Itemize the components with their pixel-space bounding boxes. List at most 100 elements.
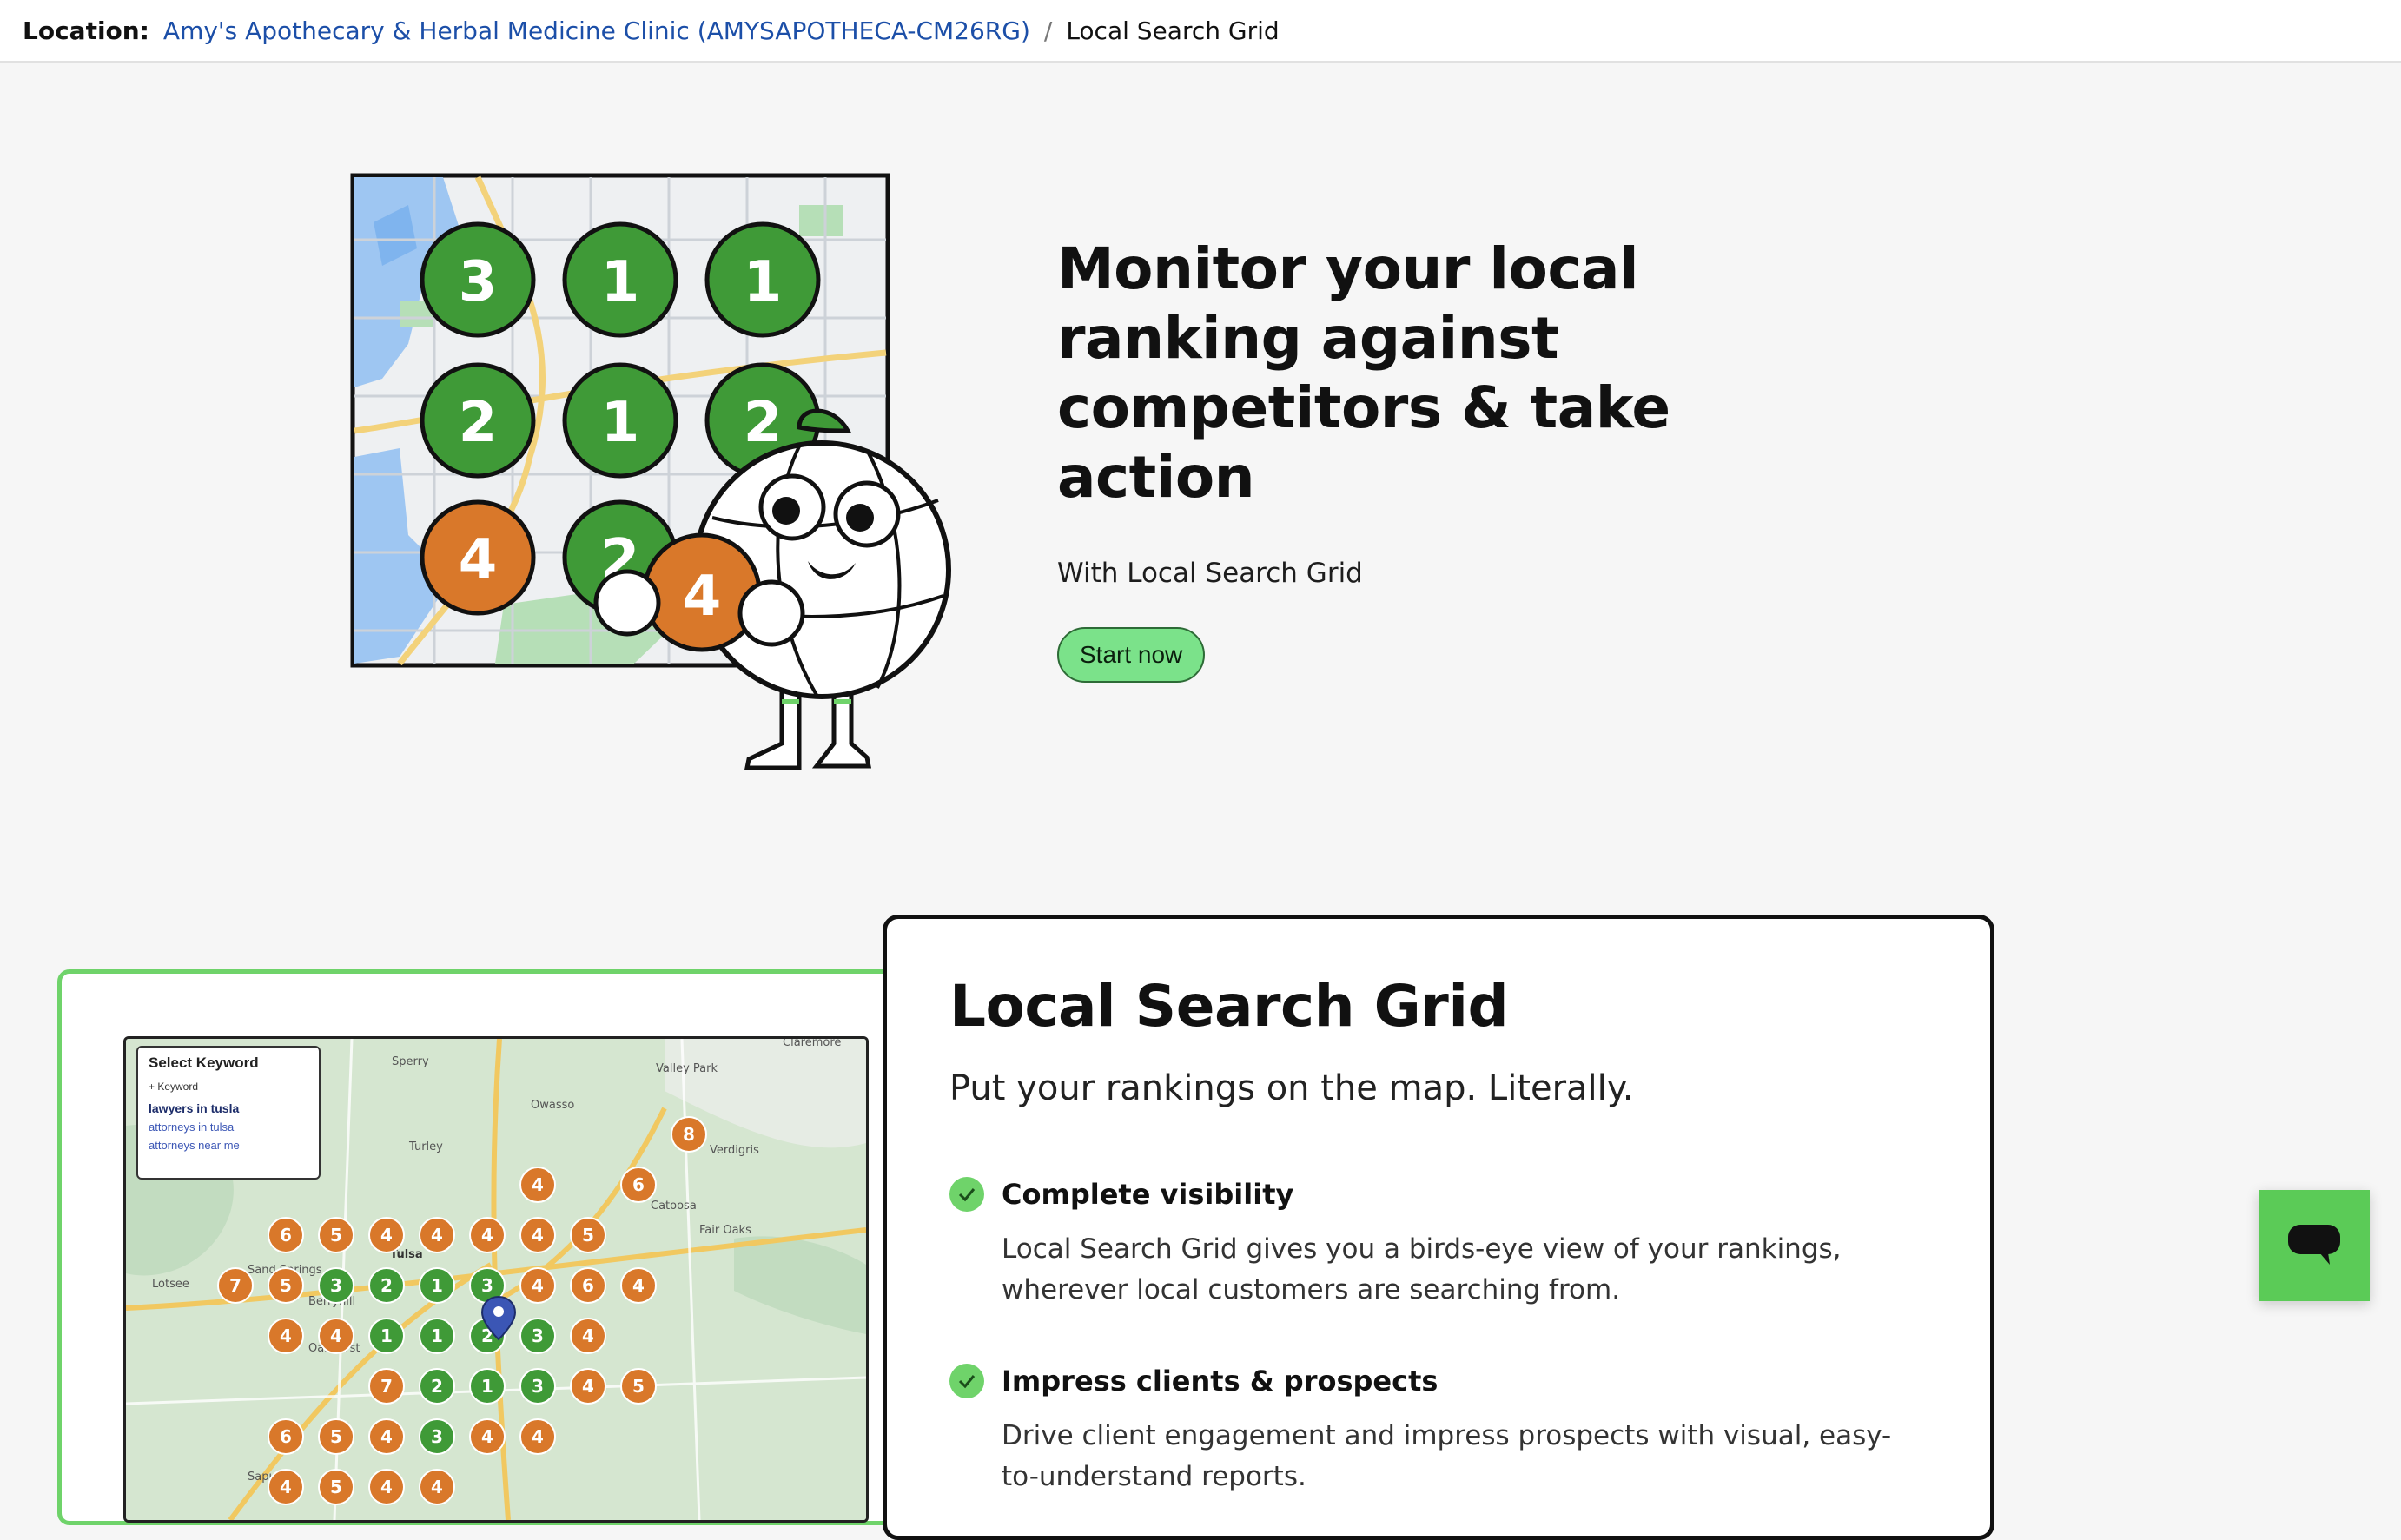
rank-value: 3 [481, 1275, 493, 1296]
rank-value: 7 [380, 1376, 393, 1397]
rank-marker: 4 [519, 1217, 556, 1253]
rank-value: 4 [532, 1275, 544, 1296]
svg-text:Owasso: Owasso [531, 1099, 574, 1112]
svg-text:3: 3 [459, 250, 498, 314]
hero-text: Monitor your local ranking against compe… [1057, 235, 1717, 683]
rank-marker: 3 [419, 1418, 455, 1455]
rank-marker: 4 [318, 1318, 354, 1354]
rank-value: 1 [380, 1325, 393, 1346]
svg-text:4: 4 [459, 528, 498, 592]
add-keyword-button[interactable]: + Keyword [149, 1081, 308, 1093]
svg-text:Valley Park: Valley Park [656, 1062, 718, 1075]
rank-value: 8 [683, 1124, 695, 1145]
rank-value: 4 [481, 1426, 493, 1447]
rank-marker: 3 [318, 1267, 354, 1304]
rank-value: 4 [380, 1477, 393, 1497]
rank-marker: 3 [519, 1318, 556, 1354]
rank-value: 5 [330, 1477, 342, 1497]
svg-text:Fair Oaks: Fair Oaks [699, 1224, 751, 1237]
rank-marker: 1 [419, 1318, 455, 1354]
rank-marker: 4 [570, 1368, 606, 1405]
svg-text:1: 1 [601, 250, 640, 314]
rank-marker: 4 [519, 1267, 556, 1304]
breadcrumb-bar: Location: Amy's Apothecary & Herbal Medi… [0, 0, 2401, 63]
rank-value: 3 [330, 1275, 342, 1296]
rank-value: 2 [431, 1376, 443, 1397]
grid-rank-marker: 3 [420, 221, 536, 338]
grid-rank-marker: 4 [420, 499, 536, 616]
rank-value: 6 [582, 1275, 594, 1296]
rank-value: 3 [532, 1376, 544, 1397]
rank-marker: 4 [419, 1217, 455, 1253]
rank-marker: 7 [217, 1267, 254, 1304]
rank-value: 4 [582, 1325, 594, 1346]
rank-marker: 4 [519, 1167, 556, 1203]
rank-marker: 8 [671, 1116, 707, 1153]
check-circle-icon [949, 1364, 984, 1398]
rank-marker: 4 [620, 1267, 657, 1304]
rank-value: 4 [380, 1426, 393, 1447]
map-grid-illustration: 3 1 1 2 1 2 4 2 4 [350, 173, 951, 770]
rank-marker: 5 [318, 1217, 354, 1253]
chat-widget-button[interactable] [2259, 1190, 2370, 1301]
rank-value: 5 [632, 1376, 645, 1397]
rank-value: 1 [481, 1376, 493, 1397]
svg-text:Sperry: Sperry [392, 1055, 429, 1068]
rank-value: 4 [582, 1376, 594, 1397]
rank-marker: 5 [570, 1217, 606, 1253]
rank-value: 4 [431, 1477, 443, 1497]
svg-text:Turley: Turley [408, 1140, 443, 1153]
feature-title: Impress clients & prospects [1002, 1365, 1439, 1398]
svg-text:Lotsee: Lotsee [152, 1278, 189, 1291]
rank-marker: 4 [469, 1418, 506, 1455]
hero-title: Monitor your local ranking against compe… [1057, 235, 1670, 511]
grid-rank-marker: 1 [562, 221, 678, 338]
rank-value: 4 [380, 1225, 393, 1246]
breadcrumb-separator: / [1043, 16, 1053, 45]
rank-value: 1 [431, 1275, 443, 1296]
rank-marker: 6 [268, 1217, 304, 1253]
rank-marker: 2 [368, 1267, 405, 1304]
rank-value: 4 [330, 1325, 342, 1346]
start-now-button[interactable]: Start now [1057, 627, 1206, 683]
keyword-panel-title: Select Keyword [149, 1054, 259, 1071]
rank-marker: 6 [570, 1267, 606, 1304]
rank-value: 4 [532, 1174, 544, 1195]
svg-text:4: 4 [683, 565, 722, 629]
keyword-panel: Select Keyword + Keyword lawyers in tusl… [136, 1046, 321, 1180]
preview-map: Sperry Valley Park Owasso Turley Verdigr… [123, 1036, 869, 1523]
rank-value: 4 [481, 1225, 493, 1246]
info-card: Local Search Grid Put your rankings on t… [883, 915, 1994, 1540]
rank-marker: 1 [419, 1267, 455, 1304]
rank-marker: 4 [368, 1217, 405, 1253]
location-link[interactable]: Amy's Apothecary & Herbal Medicine Clini… [163, 17, 1030, 45]
rank-value: 4 [532, 1426, 544, 1447]
svg-text:Claremore: Claremore [783, 1039, 841, 1049]
feature-title: Complete visibility [1002, 1178, 1294, 1211]
location-label: Location: [23, 16, 149, 45]
keyword-option[interactable]: attorneys near me [149, 1139, 308, 1152]
chat-bubble-icon [2288, 1225, 2340, 1265]
rank-value: 2 [380, 1275, 393, 1296]
rank-value: 4 [280, 1477, 292, 1497]
rank-marker: 6 [268, 1418, 304, 1455]
rank-value: 4 [431, 1225, 443, 1246]
rank-marker: 4 [368, 1418, 405, 1455]
feature-description: Local Search Grid gives you a birds-eye … [1002, 1233, 1842, 1305]
hero-illustration: 3 1 1 2 1 2 4 2 4 [347, 170, 956, 778]
keyword-option[interactable]: attorneys in tulsa [149, 1120, 308, 1134]
rank-marker: 4 [368, 1469, 405, 1505]
check-circle-icon [949, 1177, 984, 1212]
rank-marker: 4 [570, 1318, 606, 1354]
rank-value: 5 [582, 1225, 594, 1246]
rank-marker: 4 [268, 1318, 304, 1354]
breadcrumb-current: Local Search Grid [1066, 16, 1280, 45]
keyword-option[interactable]: lawyers in tusla [149, 1101, 308, 1115]
grid-rank-marker: 1 [704, 221, 821, 338]
rank-marker: 4 [268, 1469, 304, 1505]
svg-text:2: 2 [744, 391, 783, 455]
grid-rank-marker: 2 [420, 362, 536, 479]
rank-value: 6 [280, 1225, 292, 1246]
grid-rank-marker: 1 [562, 362, 678, 479]
svg-text:Catoosa: Catoosa [651, 1200, 697, 1213]
